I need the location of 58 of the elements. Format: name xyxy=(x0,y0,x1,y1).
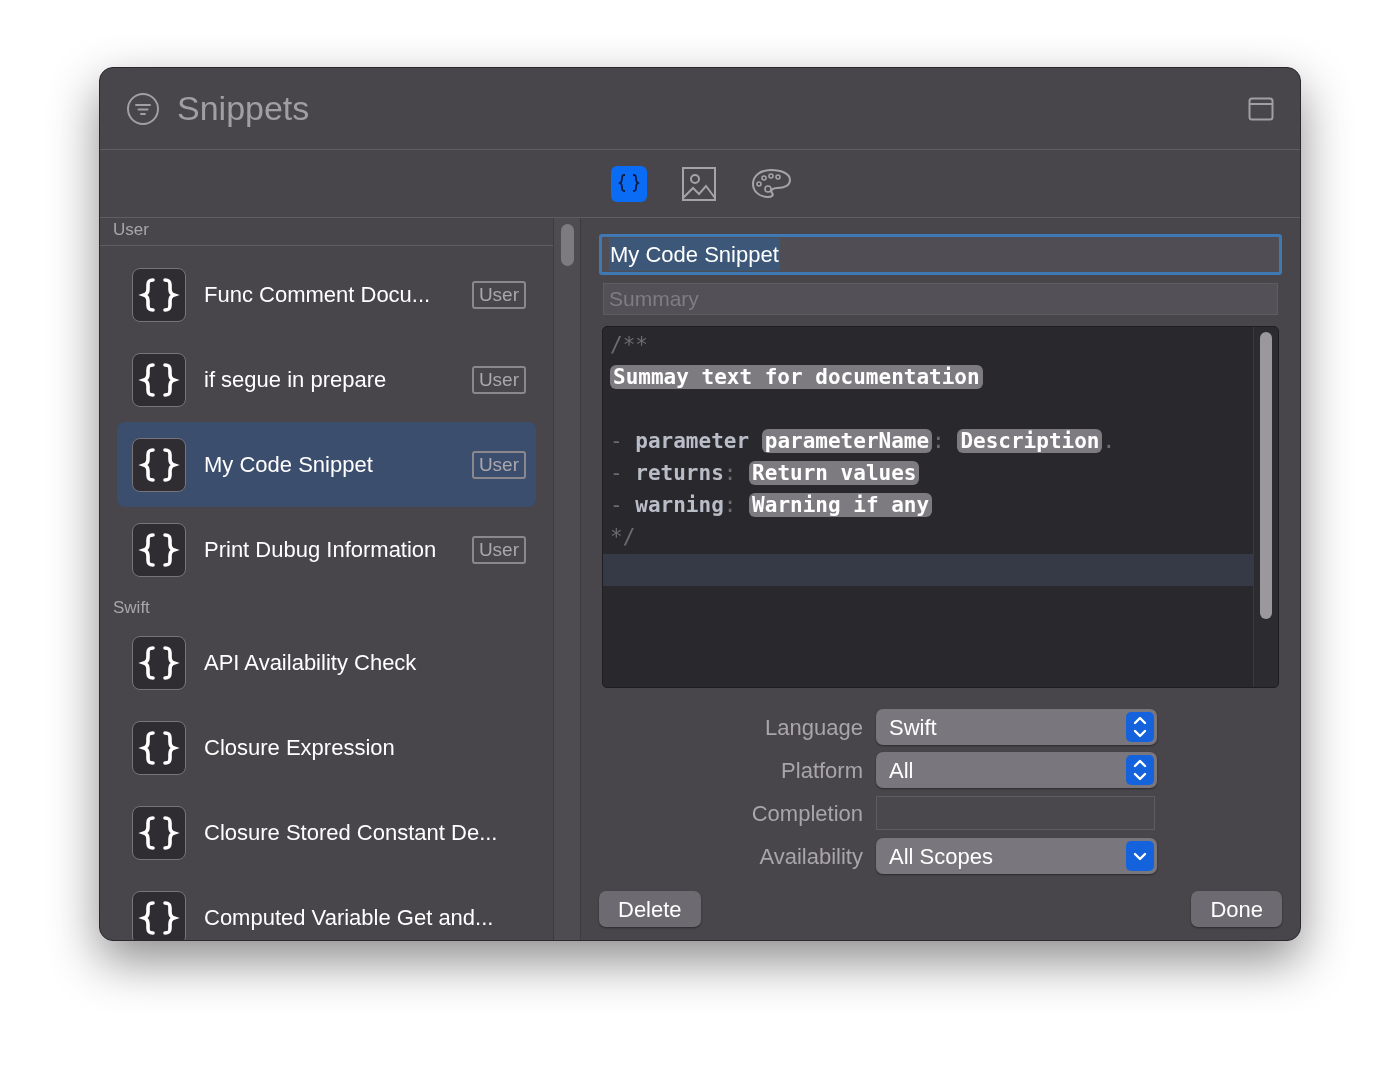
code-line: /** xyxy=(610,332,648,360)
snippet-title: Closure Expression xyxy=(204,734,396,762)
code-line: - parameter parameterName: Description. xyxy=(610,428,1116,456)
code-editor[interactable]: /** Summay text for documentation - parameter parameterName: Description. - returns: Return values - warning: Warning if any */ xyxy=(602,326,1279,688)
code-tab[interactable] xyxy=(611,165,647,202)
stepper-arrows-icon xyxy=(1126,712,1154,742)
code-line: */ xyxy=(610,524,636,552)
code-line: - returns: Return values xyxy=(610,458,920,490)
delete-button[interactable]: Delete xyxy=(599,891,701,927)
snippet-item[interactable]: Closure Expression xyxy=(117,705,536,790)
snippet-item[interactable]: if segue in prepare User xyxy=(117,337,536,422)
group-header: User xyxy=(113,218,149,241)
window-title: Snippets xyxy=(177,88,310,129)
snippet-item[interactable]: Print Dubug Information User xyxy=(117,507,536,592)
snippet-item[interactable]: API Availability Check xyxy=(117,620,536,705)
image-icon xyxy=(681,165,717,202)
snippet-title: Print Dubug Information xyxy=(204,536,438,564)
scrollbar-thumb[interactable] xyxy=(1260,332,1272,619)
braces-icon xyxy=(132,635,186,690)
braces-icon xyxy=(132,352,186,407)
image-tab[interactable] xyxy=(681,165,717,202)
braces-icon xyxy=(132,267,186,322)
scope-tag: User xyxy=(471,535,526,564)
scope-tag: User xyxy=(471,450,526,479)
braces-icon xyxy=(132,437,186,492)
popup-button[interactable]: Swift xyxy=(876,709,1157,745)
name-value: My Code Snippet xyxy=(609,238,780,271)
sidebar-toggle-icon[interactable] xyxy=(1248,95,1274,122)
braces-icon xyxy=(132,720,186,775)
snippet-title: My Code Snippet xyxy=(204,451,374,479)
palette-icon xyxy=(751,167,793,200)
chevron-down-icon xyxy=(1126,841,1154,871)
snippet-title: Computed Variable Get and... xyxy=(204,904,495,932)
code-line: - warning: Warning if any xyxy=(610,490,933,522)
dropdown[interactable]: All Scopes xyxy=(876,838,1157,874)
scope-tag: User xyxy=(471,365,526,394)
snippet-title: API Availability Check xyxy=(204,649,418,677)
snippet-title: Func Comment Docu... xyxy=(204,281,432,309)
snippet-title: if segue in prepare xyxy=(204,366,388,394)
snippet-item[interactable]: My Code Snippet User xyxy=(117,422,536,507)
braces-icon xyxy=(132,805,186,860)
scrollbar-thumb[interactable] xyxy=(560,224,574,266)
snippet-title: Closure Stored Constant De... xyxy=(204,819,499,847)
group-header: Swift xyxy=(113,596,150,619)
popup-button[interactable]: All xyxy=(876,752,1157,788)
scope-tag: User xyxy=(471,280,526,309)
field-label: Completion xyxy=(750,799,864,828)
field-label: Availability xyxy=(758,842,864,871)
braces-icon xyxy=(132,522,186,577)
snippet-item[interactable]: Computed Variable Get and... xyxy=(117,875,536,940)
done-button[interactable]: Done xyxy=(1191,891,1282,927)
snippet-item[interactable]: Closure Stored Constant De... xyxy=(117,790,536,875)
name-field[interactable]: My Code Snippet xyxy=(599,234,1282,275)
field-label: Platform xyxy=(780,756,864,785)
stepper-arrows-icon xyxy=(1126,755,1154,785)
snippet-item[interactable]: Func Comment Docu... User xyxy=(117,252,536,337)
filter-icon[interactable] xyxy=(126,91,160,126)
field-label: Language xyxy=(764,713,864,742)
